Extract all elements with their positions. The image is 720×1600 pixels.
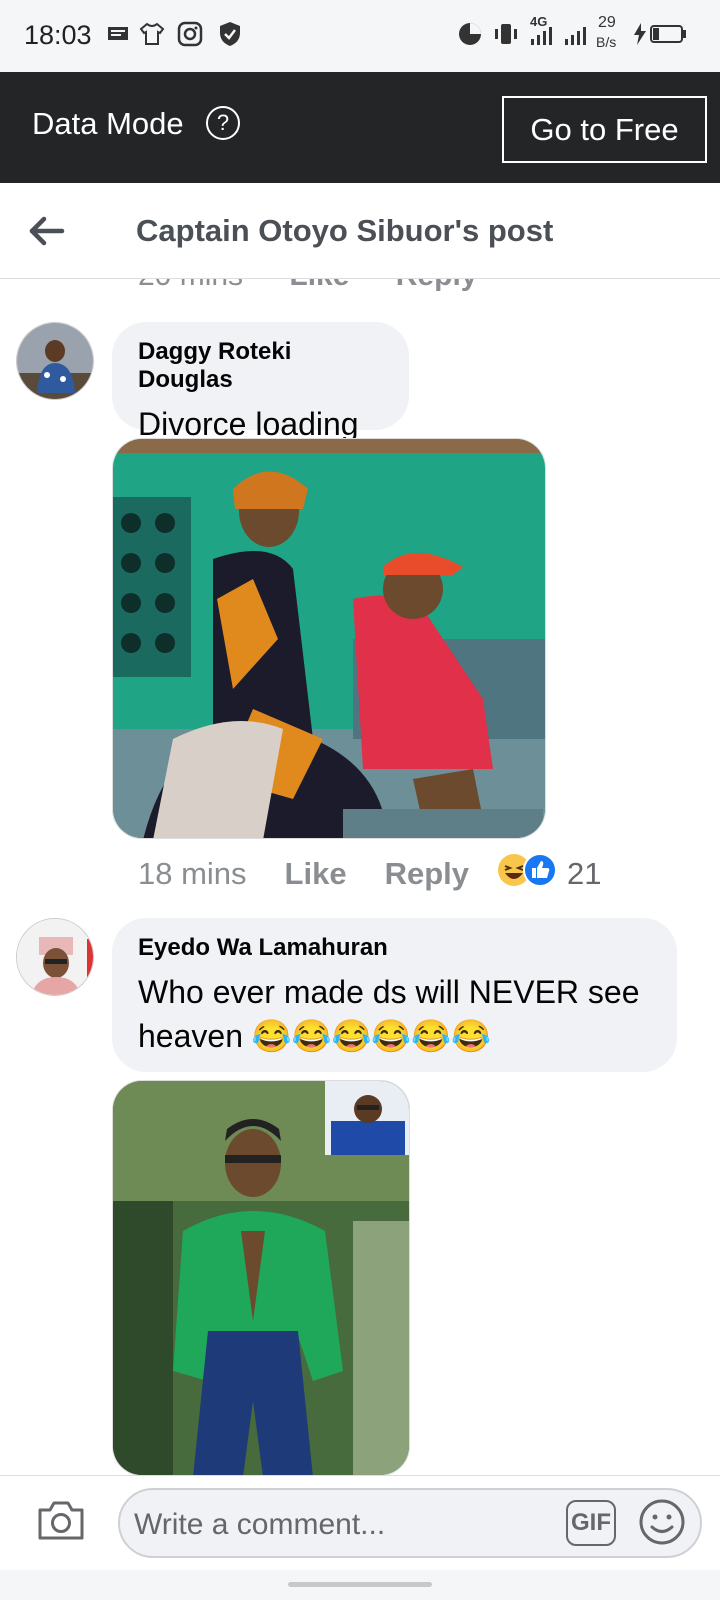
signal-icon-2 — [562, 20, 590, 48]
like-reaction-icon — [523, 853, 557, 895]
camera-icon[interactable] — [36, 1498, 86, 1542]
message-icon — [104, 20, 132, 48]
comment-bubble: Daggy Roteki Douglas Divorce loading — [112, 322, 409, 442]
data-mode-bar: Data Mode ? Go to Free — [0, 72, 720, 183]
comment-composer: Write a comment... GIF — [0, 1475, 720, 1570]
comment-photo[interactable] — [112, 438, 546, 839]
comment-text: Who ever made ds will NEVER see heaven 😂… — [138, 974, 640, 1054]
speed-unit: B/s — [596, 34, 617, 50]
tshirt-icon — [138, 20, 166, 48]
comment-author[interactable]: Eyedo Wa Lamahuran — [138, 934, 651, 962]
comment-author[interactable]: Daggy Roteki Douglas — [138, 338, 383, 394]
like-button[interactable]: Like — [285, 856, 347, 892]
reactions[interactable]: 21 — [497, 853, 601, 895]
previous-time: 20 mins — [138, 279, 243, 292]
previous-like-button[interactable]: Like — [289, 279, 349, 292]
data-usage-icon — [456, 20, 484, 48]
data-mode-title: Data Mode — [32, 106, 184, 141]
shield-icon — [216, 20, 244, 48]
emoji-icon[interactable] — [638, 1498, 686, 1546]
battery-icon — [648, 20, 688, 48]
avatar[interactable] — [16, 322, 94, 400]
home-indicator[interactable] — [288, 1582, 432, 1587]
comment-time: 18 mins — [138, 856, 247, 891]
help-icon[interactable]: ? — [206, 106, 240, 140]
previous-reply-button[interactable]: Reply — [396, 279, 478, 292]
comment-photo[interactable] — [112, 1080, 410, 1476]
comment-actions: 18 mins Like Reply 21 — [138, 853, 601, 895]
comment-placeholder: Write a comment... — [134, 1508, 386, 1541]
gif-icon[interactable]: GIF — [566, 1500, 616, 1546]
comment-bubble: Eyedo Wa Lamahuran Who ever made ds will… — [112, 918, 677, 1072]
signal-icon — [528, 20, 556, 48]
instagram-icon — [176, 20, 204, 48]
speed-value: 29 — [598, 14, 616, 31]
reply-button[interactable]: Reply — [385, 856, 469, 892]
reaction-count: 21 — [567, 856, 602, 891]
page-title: Captain Otoyo Sibuor's post — [136, 213, 554, 248]
previous-comment-actions: 20 mins Like Reply — [0, 279, 720, 293]
vibrate-icon — [492, 20, 520, 48]
status-bar: 18:03 4G 29 B/s — [0, 0, 720, 72]
avatar[interactable] — [16, 918, 94, 996]
go-to-free-button[interactable]: Go to Free — [502, 96, 707, 163]
system-nav-bar — [0, 1570, 720, 1600]
post-header: Captain Otoyo Sibuor's post — [0, 183, 720, 279]
back-arrow-icon[interactable] — [28, 211, 68, 251]
status-time: 18:03 — [24, 20, 92, 50]
comment-input[interactable]: Write a comment... GIF — [118, 1488, 702, 1558]
